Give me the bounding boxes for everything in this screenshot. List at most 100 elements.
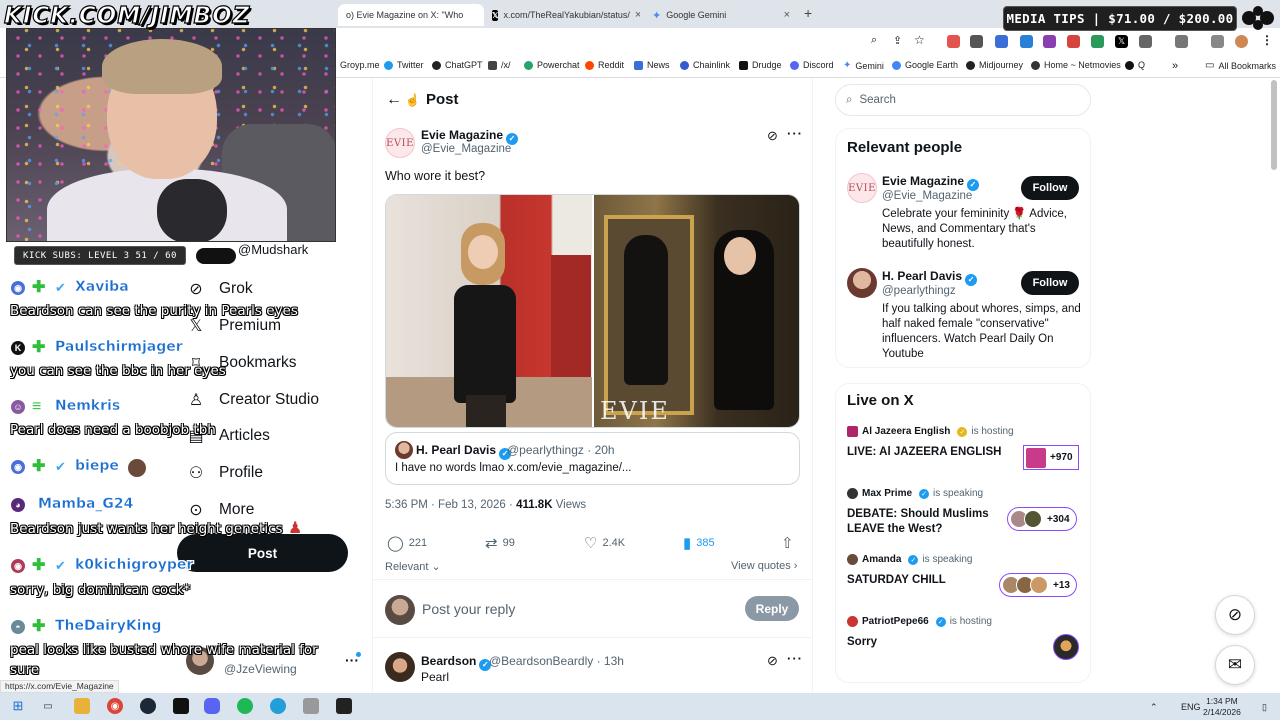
live-join-button[interactable]: +13 <box>999 573 1077 597</box>
messages-fab-button[interactable]: ✉ <box>1215 645 1255 685</box>
extension-icon[interactable] <box>970 35 983 48</box>
all-bookmarks-button[interactable]: ▭ All Bookmarks <box>1205 60 1276 71</box>
nav-item-more[interactable]: ⊙ More <box>187 496 254 524</box>
bookmark-item[interactable]: ✦ Gemini <box>843 60 884 71</box>
extension-icon[interactable] <box>1067 35 1080 48</box>
file-explorer-icon[interactable] <box>74 698 90 714</box>
zoom-icon[interactable]: ⌕ <box>871 34 877 47</box>
close-icon[interactable]: × <box>784 9 790 21</box>
like-button[interactable]: ♡ 2.4K <box>584 534 625 552</box>
tab-evie-magazine[interactable]: o) Evie Magazine on X: "Who <box>338 4 484 26</box>
share-button[interactable]: ⇧ <box>781 534 794 552</box>
app-icon[interactable] <box>173 698 189 714</box>
star-icon[interactable]: ☆ <box>914 33 925 47</box>
avatar[interactable] <box>385 652 415 682</box>
more-icon[interactable]: ··· <box>787 126 803 141</box>
person-name[interactable]: Evie Magazine ✓ <box>882 174 980 191</box>
repost-button[interactable]: ⇄ 99 <box>485 534 515 552</box>
tab-yakubian[interactable]: 𝕏 x.com/TheRealYakubian/status/ × <box>484 4 640 26</box>
grok-icon[interactable]: ⊘ <box>767 128 778 144</box>
live-join-button[interactable]: +304 <box>1007 507 1077 531</box>
live-join-button[interactable]: +970 <box>1023 445 1079 470</box>
sidepanel-icon[interactable] <box>1175 35 1188 48</box>
bookmark-item[interactable]: /x/ <box>488 60 511 70</box>
avatar[interactable]: EVIE <box>385 128 415 158</box>
reply-input[interactable]: Post your reply <box>422 601 515 617</box>
app-icon[interactable] <box>336 698 352 714</box>
live-host[interactable]: Al Jazeera English ✓ is hosting <box>847 426 1014 437</box>
telegram-icon[interactable] <box>270 698 286 714</box>
reading-list-icon[interactable] <box>1211 35 1224 48</box>
avatar[interactable]: EVIE <box>847 173 877 203</box>
view-quotes-link[interactable]: View quotes › <box>731 560 797 572</box>
live-host[interactable]: Max Prime ✓ is speaking <box>847 488 983 499</box>
extension-icon[interactable] <box>1020 35 1033 48</box>
share-icon[interactable]: ⇪ <box>893 34 902 47</box>
extension-icon[interactable] <box>947 35 960 48</box>
avatar[interactable] <box>847 268 877 298</box>
x-logo-icon[interactable]: 𝕏 <box>1115 35 1128 48</box>
live-title[interactable]: LIVE: Al JAZEERA ENGLISH <box>847 445 1007 460</box>
extension-icon[interactable] <box>1091 35 1104 48</box>
bookmark-item[interactable]: ChatGPT <box>432 60 483 70</box>
back-arrow-icon[interactable]: ← <box>386 91 402 109</box>
person-handle[interactable]: @Evie_Magazine <box>882 190 972 202</box>
more-bookmarks-button[interactable]: » <box>1172 60 1178 72</box>
live-title[interactable]: Sorry <box>847 635 1007 650</box>
nav-item-grok[interactable]: ⊘ Grok <box>187 275 252 303</box>
grok-icon[interactable]: ⊘ <box>767 653 778 669</box>
extension-icon[interactable] <box>995 35 1008 48</box>
live-title[interactable]: SATURDAY CHILL <box>847 573 1007 588</box>
author-handle[interactable]: @Evie_Magazine <box>421 143 511 155</box>
browser-menu-icon[interactable]: ⋮ <box>1261 33 1273 47</box>
nav-item-profile[interactable]: ⚇ Profile <box>187 459 263 487</box>
live-host[interactable]: Amanda ✓ is speaking <box>847 554 972 565</box>
follow-button[interactable]: Follow <box>1021 176 1079 200</box>
nav-item-creator-studio[interactable]: ♙ Creator Studio <box>187 386 319 414</box>
new-tab-button[interactable]: + <box>804 5 812 21</box>
extension-icon[interactable] <box>1043 35 1056 48</box>
scrollbar[interactable] <box>1271 80 1277 170</box>
bookmark-item[interactable]: Q <box>1125 60 1145 70</box>
live-title[interactable]: DEBATE: Should Muslims LEAVE the West? <box>847 507 1007 537</box>
reply-author-handle[interactable]: @BeardsonBeardly · 13h <box>489 654 624 668</box>
bookmark-item[interactable]: Drudge <box>739 60 782 70</box>
bookmark-item[interactable]: Powerchat <box>524 60 580 70</box>
bookmark-item[interactable]: Midjourney <box>966 60 1023 70</box>
reply-button[interactable]: Reply <box>745 596 799 621</box>
bookmark-button[interactable]: ▮ 385 <box>683 534 715 552</box>
chevron-up-icon[interactable]: ⌃ <box>1150 702 1158 713</box>
close-icon[interactable]: × <box>635 9 640 21</box>
profile-avatar[interactable] <box>1235 35 1248 48</box>
grok-fab-button[interactable]: ⊘ <box>1215 595 1255 635</box>
person-name[interactable]: H. Pearl Davis ✓ <box>882 269 978 286</box>
follow-button[interactable]: Follow <box>1021 271 1079 295</box>
extensions-puzzle-icon[interactable] <box>1139 35 1152 48</box>
reply-button[interactable]: ◯ 221 <box>387 534 427 552</box>
bookmark-item[interactable]: News <box>634 60 670 70</box>
live-host[interactable]: PatriotPepe66 ✓ is hosting <box>847 616 992 627</box>
reply-author-name[interactable]: Beardson ✓ <box>421 654 492 671</box>
windows-start-icon[interactable]: ⊞ <box>10 698 26 714</box>
chrome-icon[interactable]: ◉ <box>107 698 123 714</box>
spotify-icon[interactable] <box>237 698 253 714</box>
app-icon[interactable] <box>303 698 319 714</box>
steam-icon[interactable] <box>140 698 156 714</box>
sort-replies-dropdown[interactable]: Relevant ⌄ <box>385 560 441 573</box>
tab-gemini[interactable]: ✦ Google Gemini × <box>644 4 798 26</box>
account-handle[interactable]: @JzeViewing <box>224 662 297 676</box>
task-view-icon[interactable]: ▭ <box>40 698 56 714</box>
live-join-button[interactable] <box>1053 634 1079 660</box>
tweet-media[interactable]: EVIE <box>385 194 800 428</box>
person-handle[interactable]: @pearlythingz <box>882 285 956 297</box>
more-icon[interactable]: ··· <box>787 651 803 666</box>
bookmark-item[interactable]: Reddit <box>585 60 624 70</box>
taskbar-clock[interactable]: 1:34 PM 2/14/2026 <box>1203 696 1241 718</box>
bookmark-item[interactable]: Discord <box>790 60 834 70</box>
post-button[interactable]: Post <box>177 534 348 572</box>
discord-icon[interactable] <box>204 698 220 714</box>
search-input[interactable]: ⌕ Search <box>835 84 1091 116</box>
bookmark-item[interactable]: Twitter <box>384 60 424 70</box>
bookmark-item[interactable]: Google Earth <box>892 60 958 70</box>
notification-icon[interactable]: ▯ <box>1262 702 1267 713</box>
